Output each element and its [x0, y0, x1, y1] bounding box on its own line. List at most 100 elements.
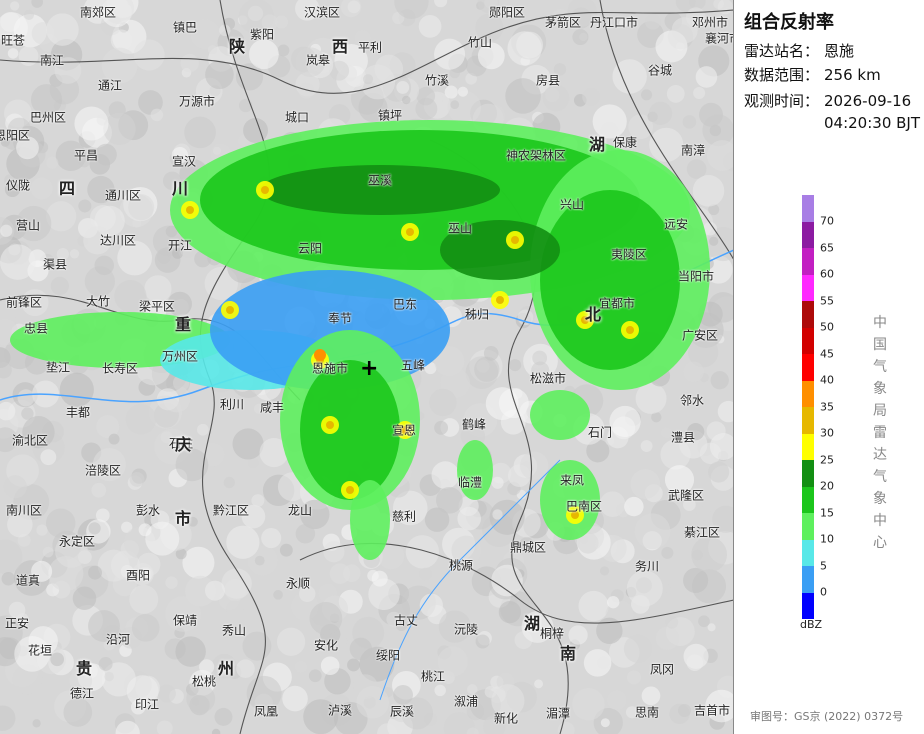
place-label: 沿河 [105, 632, 131, 647]
place-label: 远安 [663, 217, 689, 232]
terrain-shade [717, 400, 733, 423]
terrain-shade [578, 590, 609, 622]
place-label: 万源市 [178, 94, 216, 109]
terrain-shade [696, 506, 711, 521]
terrain-shade [46, 13, 79, 46]
terrain-shade [98, 657, 113, 671]
place-label: 汉滨区 [303, 5, 341, 20]
terrain-shade [17, 389, 35, 407]
terrain-shade [626, 570, 663, 607]
place-label: 松滋市 [529, 371, 567, 386]
province-label: 南 [559, 644, 577, 663]
terrain-shade [579, 32, 588, 42]
terrain-shade [709, 236, 719, 246]
legend-swatch [802, 539, 814, 566]
terrain-shade [347, 658, 360, 672]
terrain-shade [214, 707, 233, 726]
place-label: 松桃 [191, 674, 217, 689]
legend-value: 60 [820, 267, 834, 281]
place-label: 渠县 [42, 257, 68, 272]
legend-swatch [802, 195, 814, 222]
radar-map[interactable]: 南郊区镇巴 汉滨区 郧阳区茅箭区丹江口市 邓州市襄河市 旺苍 紫阳平利 竹山谷城 南江通江 岚皋… [0, 0, 734, 734]
terrain-shade [273, 589, 283, 600]
place-label: 务川 [634, 559, 660, 574]
terrain-shade [236, 659, 255, 678]
place-label: 竹溪 [424, 73, 450, 88]
legend-value: 65 [820, 241, 834, 254]
terrain-shade [125, 403, 157, 435]
terrain-shade [691, 536, 727, 573]
place-label: 德江 [69, 686, 95, 701]
legend-value: 20 [820, 479, 834, 493]
terrain-shade [363, 74, 374, 85]
echo-core [626, 326, 634, 334]
terrain-shade [251, 494, 265, 508]
terrain-shade [485, 387, 519, 420]
place-label: 紫阳 [249, 27, 275, 42]
place-label: 镇坪 [377, 108, 403, 123]
terrain-shade [204, 580, 226, 601]
place-label: 茅箭区 [544, 15, 582, 30]
place-label: 平利 [357, 40, 383, 55]
terrain-shade [683, 361, 704, 382]
legend-swatch [802, 486, 814, 513]
place-label: 澧县 [670, 430, 696, 445]
place-label: 旺苍 [0, 33, 26, 48]
place-label: 绥阳 [375, 648, 401, 663]
org-char: 象 [873, 381, 887, 397]
place-label: 泸溪 [327, 703, 353, 718]
station-value: 恩施 [824, 42, 855, 60]
organization-vertical-text: 中国气象局雷达气象中心 [872, 312, 888, 554]
province-label: 陕 [228, 37, 246, 56]
terrain-shade [157, 684, 176, 703]
legend-swatch [802, 592, 814, 619]
terrain-shade [276, 627, 306, 656]
legend-value: 50 [820, 320, 834, 334]
legend-swatch [802, 274, 814, 301]
terrain-shade [74, 106, 109, 141]
org-char: 气 [873, 469, 887, 485]
place-label: 吉首市 [693, 703, 731, 718]
place-label: 保康 [612, 135, 638, 150]
terrain-shade [78, 199, 92, 213]
terrain-shade [129, 471, 145, 487]
terrain-shade [91, 482, 107, 498]
place-label: 宣汉 [171, 154, 197, 169]
place-label: 开江 [167, 238, 193, 253]
province-label: 州 [217, 659, 235, 678]
place-label: 仪陇 [5, 178, 31, 193]
terrain-shade [708, 461, 730, 483]
org-char: 心 [873, 535, 887, 551]
terrain-shade [211, 728, 221, 734]
terrain-shade [609, 405, 641, 438]
place-label: 正安 [4, 616, 30, 631]
org-char: 雷 [873, 425, 887, 441]
terrain-shade [534, 679, 544, 689]
legend-value: 40 [820, 373, 834, 387]
place-label: 桃源 [448, 558, 474, 573]
terrain-shade [0, 224, 13, 237]
place-label: 秭归 [464, 307, 490, 322]
legend-value: 10 [820, 532, 834, 546]
place-label: 巴东 [392, 297, 418, 312]
terrain-shade [665, 616, 679, 629]
terrain-shade [434, 684, 446, 697]
terrain-shade [180, 53, 199, 73]
echo-core [226, 306, 234, 314]
time-row: 观测时间： 2026-09-16 04:20:30 BJT [744, 90, 920, 134]
place-label: 咸丰 [259, 400, 285, 415]
place-label: 安化 [313, 638, 339, 653]
place-label: 梁平区 [138, 299, 176, 314]
province-label: 湖 [588, 135, 606, 154]
place-label: 丰都 [65, 405, 91, 420]
place-label: 襄河市 [704, 31, 733, 46]
terrain-shade [572, 688, 605, 721]
terrain-shade [282, 685, 308, 712]
terrain-shade [0, 705, 16, 731]
place-label: 凤凰 [253, 704, 279, 719]
province-label: 市 [174, 509, 192, 528]
place-label: 武隆区 [667, 488, 705, 503]
place-label: 酉阳 [125, 568, 151, 583]
legend-unit: dBZ [800, 618, 823, 631]
place-label: 临澧 [457, 475, 483, 490]
